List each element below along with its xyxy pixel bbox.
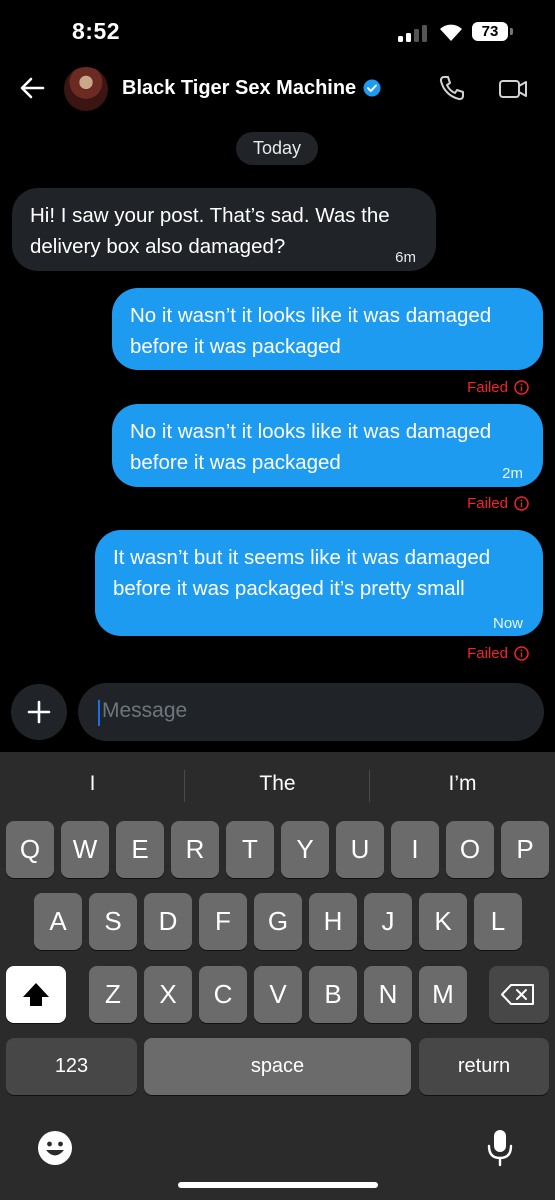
suggestion-1[interactable]: I <box>0 772 185 796</box>
key-e[interactable]: E <box>116 821 164 878</box>
shift-key[interactable] <box>6 966 66 1023</box>
conversation-header: Black Tiger Sex Machine <box>0 62 555 118</box>
cellular-signal-icon <box>398 24 428 42</box>
battery-indicator: 73 <box>472 22 508 41</box>
message-time: 6m <box>395 249 416 266</box>
verified-badge-icon <box>363 79 381 97</box>
key-k[interactable]: K <box>419 893 467 950</box>
key-m[interactable]: M <box>419 966 467 1023</box>
key-w[interactable]: W <box>61 821 109 878</box>
suggestion-2[interactable]: The <box>185 772 370 796</box>
message-text: No it wasn’t it looks like it was damage… <box>130 304 492 358</box>
key-b[interactable]: B <box>309 966 357 1023</box>
status-bar: 8:52 73 <box>0 0 555 62</box>
backspace-icon <box>501 984 534 1005</box>
video-call-icon[interactable] <box>498 76 528 102</box>
phone-call-icon[interactable] <box>438 74 466 102</box>
message-bubble-outgoing[interactable]: No it wasn’t it looks like it was damage… <box>112 288 543 370</box>
key-i[interactable]: I <box>391 821 439 878</box>
key-g[interactable]: G <box>254 893 302 950</box>
key-d[interactable]: D <box>144 893 192 950</box>
emoji-icon[interactable] <box>37 1130 73 1166</box>
key-v[interactable]: V <box>254 966 302 1023</box>
key-x[interactable]: X <box>144 966 192 1023</box>
key-q[interactable]: Q <box>6 821 54 878</box>
info-icon <box>514 380 529 395</box>
key-z[interactable]: Z <box>89 966 137 1023</box>
key-j[interactable]: J <box>364 893 412 950</box>
numbers-key[interactable]: 123 <box>6 1038 137 1095</box>
key-a[interactable]: A <box>34 893 82 950</box>
message-failed-status[interactable]: Failed <box>467 645 529 662</box>
shift-arrow-icon <box>23 983 49 1006</box>
contact-name[interactable]: Black Tiger Sex Machine <box>122 77 356 100</box>
space-key[interactable]: space <box>144 1038 411 1095</box>
wifi-icon <box>440 24 462 41</box>
keyboard: I The I’m Q W E R T Y U I O P A S D F G … <box>0 752 555 1200</box>
key-y[interactable]: Y <box>281 821 329 878</box>
key-u[interactable]: U <box>336 821 384 878</box>
key-o[interactable]: O <box>446 821 494 878</box>
key-s[interactable]: S <box>89 893 137 950</box>
battery-nub <box>510 28 513 35</box>
info-icon <box>514 646 529 661</box>
text-cursor <box>98 700 100 726</box>
home-indicator[interactable] <box>178 1182 378 1188</box>
failed-label: Failed <box>467 379 508 396</box>
message-text: It wasn’t but it seems like it was damag… <box>113 546 491 600</box>
key-p[interactable]: P <box>501 821 549 878</box>
message-failed-status[interactable]: Failed <box>467 495 529 512</box>
backspace-key[interactable] <box>489 966 549 1023</box>
failed-label: Failed <box>467 495 508 512</box>
info-icon <box>514 496 529 511</box>
key-n[interactable]: N <box>364 966 412 1023</box>
message-time: Now <box>492 615 523 632</box>
date-divider: Today <box>236 132 318 165</box>
message-time: 2m <box>502 465 523 482</box>
microphone-icon[interactable] <box>486 1128 514 1168</box>
failed-label: Failed <box>467 645 508 662</box>
status-time: 8:52 <box>72 18 121 44</box>
message-bubble-outgoing[interactable]: No it wasn’t it looks like it was damage… <box>112 404 543 487</box>
key-c[interactable]: C <box>199 966 247 1023</box>
return-key[interactable]: return <box>419 1038 549 1095</box>
message-bubble-incoming[interactable]: Hi! I saw your post. That’s sad. Was the… <box>12 188 436 271</box>
message-bubble-outgoing[interactable]: It wasn’t but it seems like it was damag… <box>95 530 543 636</box>
plus-icon <box>27 700 51 724</box>
key-h[interactable]: H <box>309 893 357 950</box>
message-placeholder: Message <box>102 699 188 722</box>
key-t[interactable]: T <box>226 821 274 878</box>
message-text: Hi! I saw your post. That’s sad. Was the… <box>30 204 390 258</box>
key-f[interactable]: F <box>199 893 247 950</box>
message-failed-status[interactable]: Failed <box>467 379 529 396</box>
key-l[interactable]: L <box>474 893 522 950</box>
message-text: No it wasn’t it looks like it was damage… <box>130 420 492 474</box>
avatar[interactable] <box>64 67 108 111</box>
key-r[interactable]: R <box>171 821 219 878</box>
message-input[interactable]: Message <box>78 683 544 741</box>
add-attachment-button[interactable] <box>11 684 67 740</box>
suggestion-3[interactable]: I’m <box>370 772 555 796</box>
back-arrow-icon[interactable] <box>18 74 46 102</box>
